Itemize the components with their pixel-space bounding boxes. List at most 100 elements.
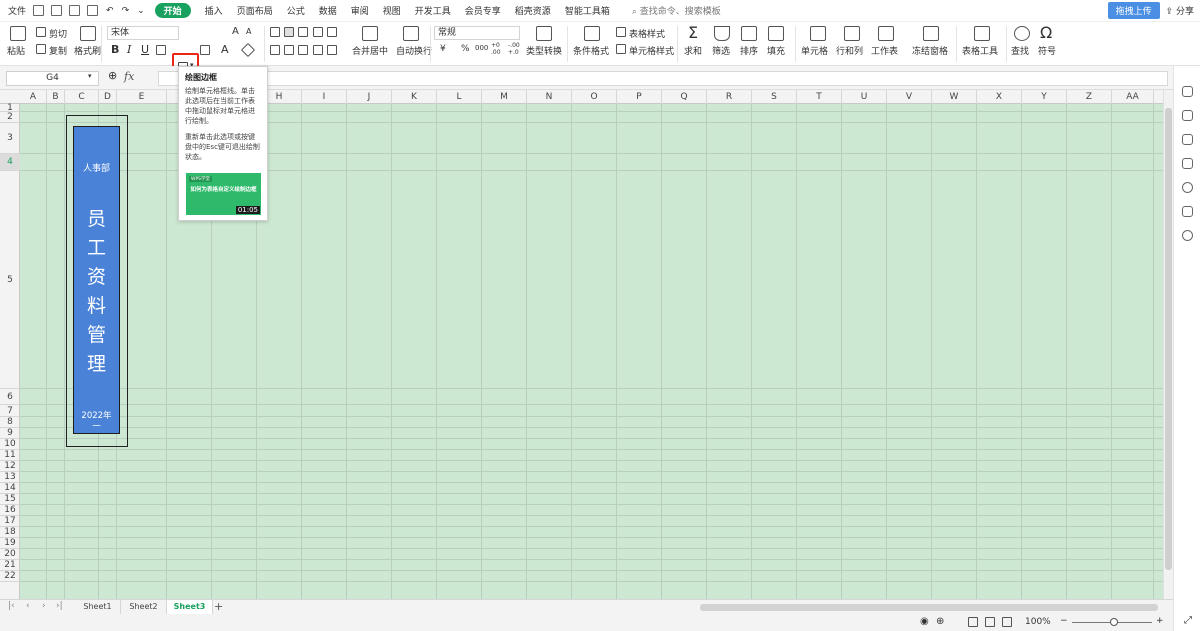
- row-header-9[interactable]: 9: [0, 428, 20, 439]
- row-header-13[interactable]: 13: [0, 472, 20, 483]
- column-header-N[interactable]: N: [527, 90, 572, 104]
- zoom-out-icon[interactable]: −: [1060, 616, 1068, 626]
- employee-card[interactable]: 人事部 员工资料管理 2022年 一: [73, 126, 120, 434]
- column-header-K[interactable]: K: [392, 90, 437, 104]
- backup-icon[interactable]: [1182, 158, 1193, 169]
- tab-member[interactable]: 会员专享: [465, 4, 501, 17]
- copy-button[interactable]: 复制: [49, 44, 67, 57]
- column-header-U[interactable]: U: [842, 90, 887, 104]
- merge-center-icon[interactable]: [362, 26, 378, 41]
- row-header-12[interactable]: 12: [0, 461, 20, 472]
- column-header-E[interactable]: E: [117, 90, 167, 104]
- currency-button[interactable]: ¥: [440, 44, 446, 54]
- column-header-L[interactable]: L: [437, 90, 482, 104]
- filter-button[interactable]: 筛选: [712, 44, 730, 57]
- cell-style-icon[interactable]: [616, 44, 626, 54]
- redo-icon[interactable]: ↷: [122, 6, 130, 16]
- save-icon[interactable]: [33, 5, 45, 16]
- justify-icon[interactable]: [313, 45, 323, 55]
- table-tools-icon[interactable]: [974, 26, 990, 41]
- number-format-select[interactable]: 常规: [434, 26, 520, 40]
- column-header-B[interactable]: B: [47, 90, 65, 104]
- symbol-icon[interactable]: Ω: [1040, 23, 1052, 42]
- sort-button[interactable]: 排序: [740, 44, 758, 57]
- column-header-I[interactable]: I: [302, 90, 347, 104]
- increase-decimal-button[interactable]: +0 .00: [491, 42, 505, 56]
- type-convert-icon[interactable]: [536, 26, 552, 41]
- indent-decrease-icon[interactable]: [327, 27, 337, 37]
- underline-button[interactable]: U: [141, 43, 149, 56]
- zoom-slider-thumb[interactable]: [1110, 618, 1118, 626]
- name-box-dropdown-icon[interactable]: ▾: [88, 72, 92, 80]
- column-header-Q[interactable]: Q: [662, 90, 707, 104]
- cells-icon[interactable]: [810, 26, 826, 41]
- cells-button[interactable]: 单元格: [801, 44, 828, 57]
- wrap-text-button[interactable]: 自动换行: [396, 44, 432, 57]
- fill-button[interactable]: 填充: [767, 44, 785, 57]
- tab-smart-toolbox[interactable]: 智能工具箱: [565, 4, 610, 17]
- sum-button[interactable]: 求和: [684, 44, 702, 57]
- zoom-formula-icon[interactable]: ⊕: [108, 69, 117, 82]
- worksheet-grid[interactable]: ABCDEFGHIJKLMNOPQRSTUVWXYZAA 12345678910…: [0, 90, 1163, 599]
- column-header-W[interactable]: W: [932, 90, 977, 104]
- worksheet-icon[interactable]: [878, 26, 894, 41]
- column-header-AA[interactable]: AA: [1112, 90, 1154, 104]
- font-name-select[interactable]: 宋体: [107, 26, 179, 40]
- table-tools-button[interactable]: 表格工具: [962, 44, 998, 57]
- column-header-T[interactable]: T: [797, 90, 842, 104]
- type-convert-button[interactable]: 类型转换: [526, 44, 562, 57]
- column-header-C[interactable]: C: [65, 90, 99, 104]
- zoom-level[interactable]: 100%: [1025, 617, 1051, 627]
- tab-home[interactable]: 开始: [154, 3, 191, 18]
- tab-formulas[interactable]: 公式: [287, 4, 305, 17]
- row-header-6[interactable]: 6: [0, 389, 20, 405]
- row-header-5[interactable]: 5: [0, 171, 20, 389]
- vertical-scroll-thumb[interactable]: [1165, 108, 1172, 570]
- conditional-format-button[interactable]: 条件格式: [573, 44, 609, 57]
- row-header-1[interactable]: 1: [0, 103, 20, 113]
- style-icon[interactable]: [1182, 86, 1193, 97]
- find-button[interactable]: 查找: [1011, 44, 1029, 57]
- indent-increase-icon[interactable]: [313, 27, 323, 37]
- worksheet-button[interactable]: 工作表: [871, 44, 898, 57]
- format-painter-icon[interactable]: [80, 26, 96, 41]
- row-header-11[interactable]: 11: [0, 450, 20, 461]
- clear-format-icon[interactable]: [240, 42, 256, 58]
- filter-icon[interactable]: [714, 26, 730, 41]
- paste-button[interactable]: 粘贴: [7, 44, 25, 57]
- normal-view-icon[interactable]: [968, 617, 978, 627]
- merge-center-button[interactable]: 合并居中: [352, 44, 388, 57]
- align-left-icon[interactable]: [270, 45, 280, 55]
- fill-icon[interactable]: [768, 26, 784, 41]
- freeze-panes-button[interactable]: 冻结窗格: [912, 44, 948, 57]
- column-header-J[interactable]: J: [347, 90, 392, 104]
- row-header-4[interactable]: 4: [0, 154, 20, 171]
- zoom-in-icon[interactable]: +: [1156, 616, 1164, 626]
- align-bottom-icon[interactable]: [298, 27, 308, 37]
- sum-icon[interactable]: Σ: [688, 23, 698, 42]
- wrap-text-icon[interactable]: [403, 26, 419, 41]
- find-icon[interactable]: [1014, 26, 1030, 41]
- decrease-decimal-button[interactable]: -.00 +.0: [508, 42, 522, 56]
- row-header-16[interactable]: 16: [0, 505, 20, 516]
- column-header-S[interactable]: S: [752, 90, 797, 104]
- column-header-Y[interactable]: Y: [1022, 90, 1067, 104]
- row-header-19[interactable]: 19: [0, 538, 20, 549]
- format-painter-button[interactable]: 格式刷: [74, 44, 101, 57]
- freeze-icon[interactable]: [923, 26, 939, 41]
- print-icon[interactable]: [69, 5, 81, 16]
- share-panel-icon[interactable]: [1182, 206, 1193, 217]
- horizontal-scrollbar[interactable]: [700, 604, 1158, 611]
- eye-protection-icon[interactable]: ◉: [920, 616, 929, 627]
- add-sheet-icon[interactable]: +: [214, 600, 223, 613]
- row-header-7[interactable]: 7: [0, 405, 20, 417]
- name-box[interactable]: G4: [6, 71, 99, 86]
- copy-icon[interactable]: [36, 44, 46, 54]
- column-header-R[interactable]: R: [707, 90, 752, 104]
- tab-docer[interactable]: 稻壳资源: [515, 4, 551, 17]
- table-style-button[interactable]: 表格样式: [629, 27, 665, 40]
- formula-input[interactable]: [158, 71, 1168, 86]
- conditional-format-icon[interactable]: [584, 26, 600, 41]
- row-header-3[interactable]: 3: [0, 123, 20, 154]
- print-preview-icon[interactable]: [87, 5, 99, 16]
